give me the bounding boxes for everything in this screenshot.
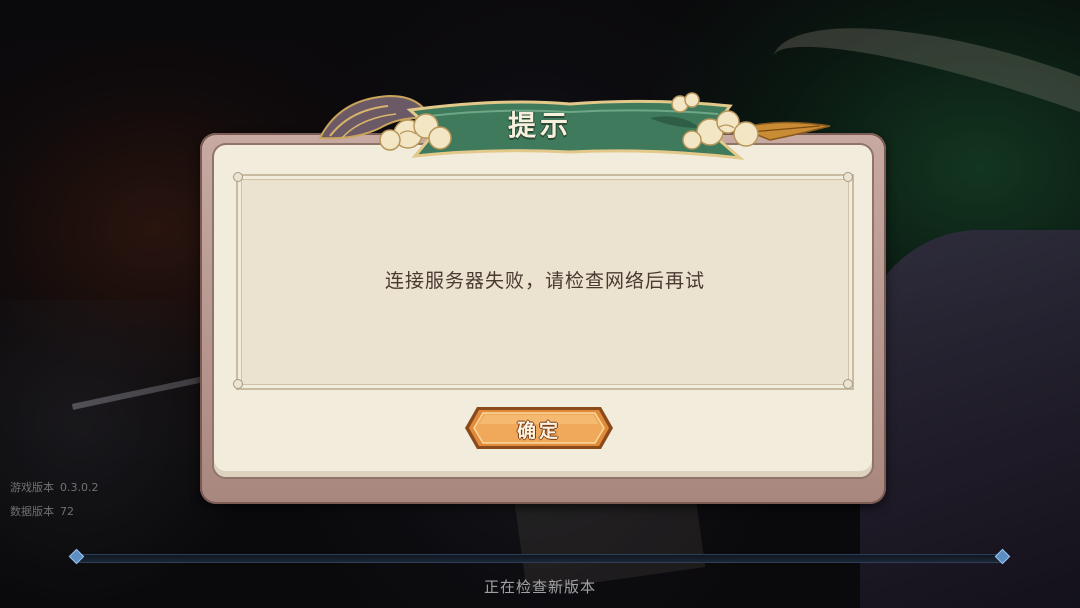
corner-stud-icon [843,379,853,389]
data-version-value: 72 [60,505,74,518]
game-version-info: 游戏版本 0.3.0.2 [10,479,98,495]
data-version-label: 数据版本 [10,505,54,518]
loading-status-text: 正在检查新版本 [483,578,596,596]
confirm-button[interactable]: 确定 [463,404,615,452]
data-version-info: 数据版本 72 [10,503,74,519]
confirm-button-label: 确定 [516,420,561,442]
corner-stud-icon [233,172,243,182]
game-version-value: 0.3.0.2 [60,481,99,494]
corner-stud-icon [843,172,853,182]
dialog-title: 提示 [507,109,572,142]
corner-stud-icon [233,379,243,389]
alert-message: 连接服务器失败，请检查网络后再试 [384,270,705,292]
game-version-label: 游戏版本 [10,481,54,494]
loading-progress-bar [76,554,1006,563]
